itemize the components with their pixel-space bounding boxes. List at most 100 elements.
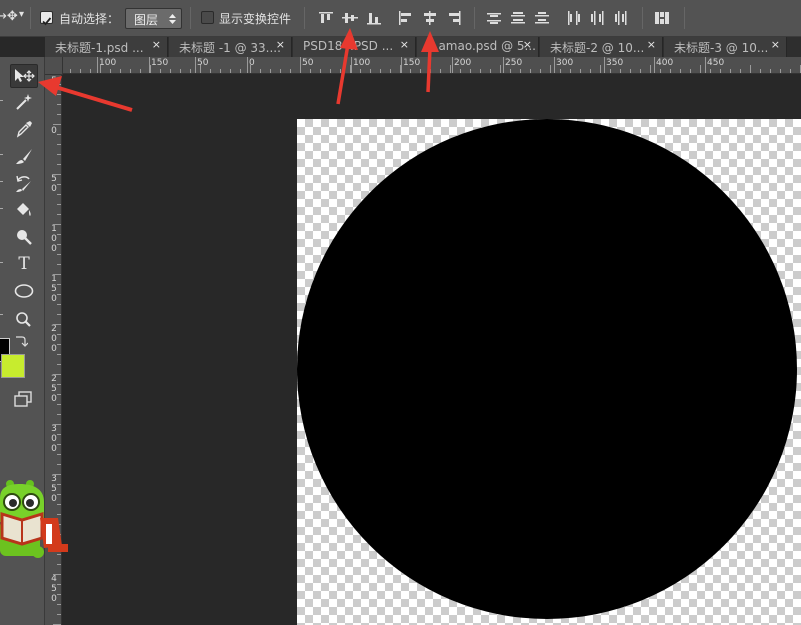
align-horizontal-centers-icon[interactable] bbox=[422, 11, 438, 25]
ruler-label: 200 bbox=[454, 58, 472, 68]
ruler-label: 400 bbox=[656, 58, 674, 68]
ruler-tick bbox=[680, 69, 681, 73]
ruler-tick bbox=[330, 69, 331, 73]
close-icon[interactable]: × bbox=[771, 38, 780, 51]
ruler-tick bbox=[710, 69, 711, 73]
move-tool[interactable] bbox=[10, 64, 38, 88]
type-tool[interactable]: T bbox=[10, 253, 38, 277]
ruler-tick bbox=[90, 69, 91, 73]
ruler-tick bbox=[740, 69, 741, 73]
ruler-tick bbox=[690, 69, 691, 73]
ruler-tick bbox=[97, 57, 98, 73]
auto-select-target-value: 图层 bbox=[134, 13, 159, 27]
ruler-tick bbox=[57, 334, 61, 335]
divider bbox=[0, 208, 3, 209]
ruler-tick bbox=[57, 244, 61, 245]
document-canvas[interactable] bbox=[297, 119, 801, 625]
show-transform-checkbox[interactable] bbox=[201, 11, 214, 24]
ruler-tick bbox=[700, 65, 701, 73]
swap-colors-icon[interactable] bbox=[14, 334, 28, 348]
ruler-label: 250 bbox=[505, 58, 523, 68]
ruler-label: 300 bbox=[556, 58, 574, 68]
move-tool-icon[interactable]: ↔✥ bbox=[0, 9, 18, 24]
ruler-tick bbox=[247, 57, 248, 73]
distribute-top-icon[interactable] bbox=[486, 11, 502, 25]
tab-label: PSD184.PSD ... bbox=[303, 39, 394, 53]
tab-label: ...amao.psd @ 5... bbox=[427, 39, 536, 53]
black-circle-shape[interactable] bbox=[297, 119, 797, 619]
ellipse-tool[interactable] bbox=[10, 280, 38, 304]
close-icon[interactable]: × bbox=[647, 38, 656, 51]
close-icon[interactable]: × bbox=[152, 38, 161, 51]
align-vertical-centers-icon[interactable] bbox=[342, 11, 358, 25]
ruler-tick bbox=[450, 65, 451, 73]
auto-select-checkbox[interactable] bbox=[40, 11, 53, 26]
document-tab-1[interactable]: 未标题-1.psd ... × bbox=[45, 37, 168, 57]
ruler-tick bbox=[580, 69, 581, 73]
ruler-origin[interactable] bbox=[45, 57, 63, 75]
distribute-bottom-icon[interactable] bbox=[534, 11, 550, 25]
dodge-tool[interactable] bbox=[10, 225, 38, 249]
paint-bucket-tool[interactable] bbox=[10, 198, 38, 222]
ruler-tick bbox=[320, 69, 321, 73]
zoom-tool[interactable] bbox=[10, 308, 38, 332]
close-icon[interactable]: × bbox=[400, 38, 409, 51]
quick-mask-icon[interactable] bbox=[14, 391, 34, 407]
show-transform-label: 显示变换控件 bbox=[219, 12, 292, 26]
ruler-tick bbox=[57, 364, 61, 365]
eyedropper-tool[interactable] bbox=[10, 117, 38, 141]
canvas-workspace[interactable] bbox=[63, 75, 801, 625]
distribute-right-icon[interactable] bbox=[614, 11, 630, 25]
ruler-tick bbox=[57, 214, 61, 215]
background-color-swatch[interactable] bbox=[1, 354, 25, 378]
ruler-tick bbox=[210, 69, 211, 73]
distribute-left-icon[interactable] bbox=[566, 11, 582, 25]
ruler-tick bbox=[57, 354, 61, 355]
align-left-edges-icon[interactable] bbox=[398, 11, 414, 25]
dodge-icon bbox=[17, 230, 32, 245]
document-tab-2[interactable]: 未标题 -1 @ 33.... × bbox=[169, 37, 292, 57]
separator bbox=[30, 7, 31, 29]
ruler-tick bbox=[604, 57, 605, 73]
ruler-tick bbox=[750, 65, 751, 73]
align-bottom-edges-icon[interactable] bbox=[366, 11, 382, 25]
ruler-tick bbox=[57, 164, 61, 165]
distribute-vertical-centers-icon[interactable] bbox=[510, 11, 526, 25]
ruler-tick bbox=[53, 574, 61, 575]
ruler-tick bbox=[53, 124, 61, 125]
brush-tool[interactable] bbox=[10, 145, 38, 169]
document-tab-4[interactable]: ...amao.psd @ 5... × bbox=[417, 37, 539, 57]
tool-preset-dropdown-icon[interactable]: ▾ bbox=[19, 9, 24, 20]
ruler-tick bbox=[57, 434, 61, 435]
ruler-tick bbox=[53, 224, 61, 225]
ruler-tick bbox=[57, 144, 61, 145]
ruler-tick bbox=[57, 454, 61, 455]
ruler-tick bbox=[57, 394, 61, 395]
document-tab-3[interactable]: PSD184.PSD ... × bbox=[293, 37, 416, 57]
auto-align-layers-icon[interactable] bbox=[654, 11, 670, 25]
ruler-tick bbox=[190, 69, 191, 73]
ruler-tick bbox=[390, 69, 391, 73]
align-top-edges-icon[interactable] bbox=[318, 11, 334, 25]
document-tab-6[interactable]: 未标题-3 @ 10... × bbox=[664, 37, 787, 57]
auto-select-target-dropdown[interactable]: 图层 bbox=[125, 8, 182, 29]
divider bbox=[0, 262, 3, 263]
ruler-tick bbox=[53, 424, 61, 425]
align-right-edges-icon[interactable] bbox=[446, 11, 462, 25]
magic-wand-tool[interactable] bbox=[10, 90, 38, 114]
green-mascot-sticker bbox=[0, 480, 68, 558]
ruler-tick bbox=[110, 69, 111, 73]
ruler-tick bbox=[250, 65, 251, 73]
distribute-horizontal-centers-icon[interactable] bbox=[590, 11, 606, 25]
ruler-tick bbox=[510, 69, 511, 73]
ruler-tick bbox=[760, 69, 761, 73]
auto-select-label: 自动选择： bbox=[59, 12, 120, 26]
history-brush-tool[interactable] bbox=[10, 172, 38, 196]
close-icon[interactable]: × bbox=[276, 38, 285, 51]
document-tab-5[interactable]: 未标题-2 @ 10... × bbox=[540, 37, 663, 57]
ruler-tick bbox=[280, 69, 281, 73]
ruler-tick bbox=[530, 69, 531, 73]
tab-label: 未标题-2 @ 10... bbox=[550, 41, 645, 55]
close-icon[interactable]: × bbox=[523, 38, 532, 51]
separator bbox=[304, 7, 305, 29]
